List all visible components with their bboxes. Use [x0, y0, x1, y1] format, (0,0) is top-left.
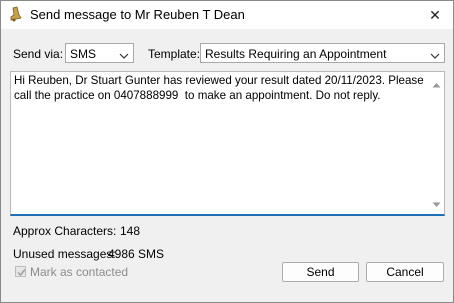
chevron-down-icon — [119, 49, 129, 59]
window-title: Send message to Mr Reuben T Dean — [30, 7, 245, 22]
send-button[interactable]: Send — [282, 262, 359, 282]
scroll-up-icon[interactable] — [432, 77, 441, 91]
close-icon: ✕ — [429, 6, 441, 23]
bell-icon — [8, 6, 22, 22]
message-textarea[interactable]: Hi Reuben, Dr Stuart Gunter has reviewed… — [10, 71, 445, 216]
send-via-value: SMS — [70, 47, 97, 61]
template-label: Template: — [148, 47, 201, 61]
mark-contacted-checkbox[interactable] — [15, 266, 26, 277]
template-select[interactable]: Results Requiring an Appointment — [200, 43, 445, 63]
unused-messages-value: 4986 SMS — [108, 247, 165, 261]
message-text[interactable]: Hi Reuben, Dr Stuart Gunter has reviewed… — [14, 73, 424, 103]
cancel-button[interactable]: Cancel — [366, 262, 444, 282]
approx-characters-label: Approx Characters: — [13, 224, 117, 238]
approx-characters-value: 148 — [120, 224, 141, 238]
send-message-dialog: Send message to Mr Reuben T Dean ✕ Send … — [0, 0, 454, 303]
template-value: Results Requiring an Appointment — [205, 47, 387, 61]
close-button[interactable]: ✕ — [417, 1, 453, 29]
chevron-down-icon — [430, 49, 440, 59]
send-via-select[interactable]: SMS — [65, 43, 134, 63]
send-via-label: Send via: — [13, 47, 64, 61]
vertical-scrollbar[interactable] — [429, 72, 444, 214]
title-bar: Send message to Mr Reuben T Dean ✕ — [1, 1, 453, 29]
mark-contacted-label: Mark as contacted — [30, 265, 129, 279]
scroll-down-icon[interactable] — [432, 197, 441, 211]
unused-messages-label: Unused messages: — [13, 247, 116, 261]
